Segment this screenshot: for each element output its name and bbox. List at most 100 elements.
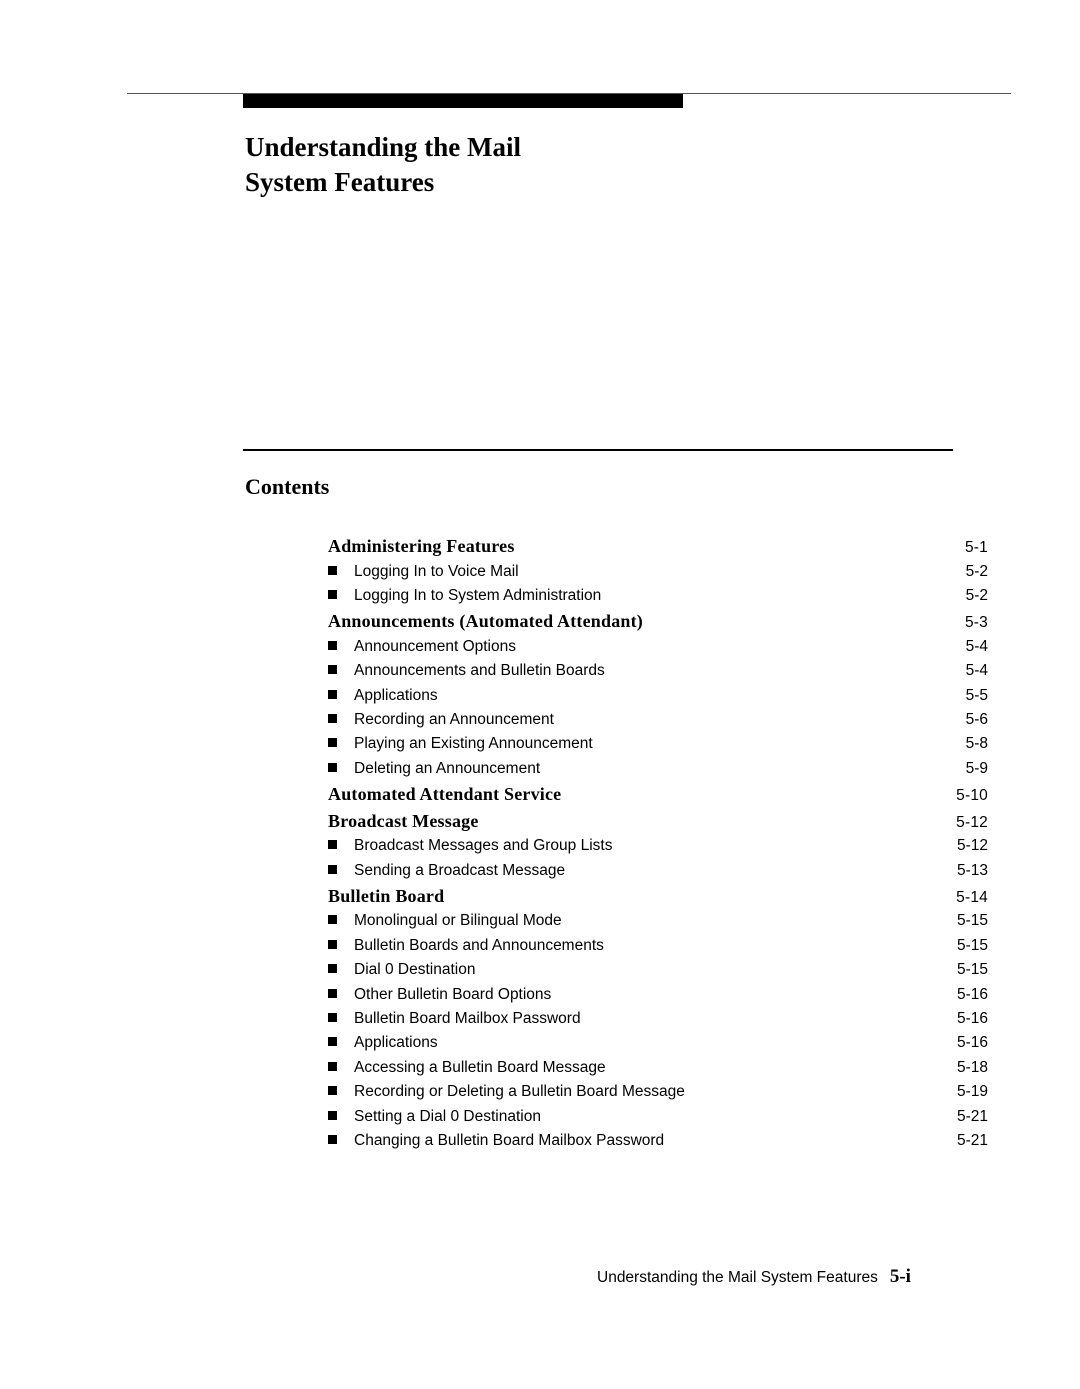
square-bullet-icon bbox=[328, 939, 337, 949]
toc-entry-label: Broadcast Message bbox=[328, 810, 479, 831]
toc-subentry[interactable]: Dial 0 Destination 5-15 bbox=[328, 961, 988, 985]
contents-rule bbox=[243, 449, 953, 451]
toc-entry-label-wrap: Changing a Bulletin Board Mailbox Passwo… bbox=[328, 1132, 664, 1150]
toc-entry-label: Accessing a Bulletin Board Message bbox=[354, 1058, 606, 1076]
square-bullet-icon bbox=[328, 689, 337, 699]
toc-entry-label-wrap: Monolingual or Bilingual Mode bbox=[328, 912, 562, 930]
toc-entry-page: 5-10 bbox=[956, 787, 988, 805]
toc-section-entry[interactable]: Announcements (Automated Attendant) 5-3 bbox=[328, 611, 988, 638]
square-bullet-icon bbox=[328, 589, 337, 599]
toc-entry-page: 5-12 bbox=[956, 813, 988, 831]
toc-entry-page: 5-4 bbox=[965, 662, 988, 680]
toc-entry-page: 5-21 bbox=[956, 1107, 988, 1125]
square-bullet-icon bbox=[328, 565, 337, 575]
toc-entry-label-wrap: Announcements and Bulletin Boards bbox=[328, 662, 605, 680]
toc-subentry[interactable]: Announcement Options 5-4 bbox=[328, 638, 988, 662]
toc-entry-page: 5-3 bbox=[964, 614, 988, 632]
toc-subentry[interactable]: Playing an Existing Announcement 5-8 bbox=[328, 735, 988, 759]
chapter-title-line-1: Understanding the Mail bbox=[245, 132, 522, 162]
toc-entry-label: Logging In to Voice Mail bbox=[354, 562, 519, 580]
square-bullet-icon bbox=[328, 840, 337, 850]
square-bullet-icon bbox=[328, 988, 337, 998]
toc-entry-label-wrap: Setting a Dial 0 Destination bbox=[328, 1108, 541, 1126]
square-bullet-icon bbox=[328, 1037, 337, 1047]
toc-entry-label-wrap: Recording an Announcement bbox=[328, 711, 554, 729]
square-bullet-icon bbox=[328, 1110, 337, 1120]
toc-subentry[interactable]: Deleting an Announcement 5-9 bbox=[328, 760, 988, 784]
toc-section-entry[interactable]: Broadcast Message 5-12 bbox=[328, 811, 988, 838]
toc-entry-page: 5-2 bbox=[965, 562, 988, 580]
toc-entry-label-wrap: Bulletin Board bbox=[328, 886, 444, 907]
square-bullet-icon bbox=[328, 1012, 337, 1022]
toc-entry-page: 5-16 bbox=[956, 1009, 988, 1027]
toc-entry-label-wrap: Logging In to Voice Mail bbox=[328, 563, 519, 581]
toc-entry-page: 5-15 bbox=[956, 961, 988, 979]
toc-entry-label: Bulletin Board Mailbox Password bbox=[354, 1009, 581, 1027]
toc-entry-label: Applications bbox=[354, 1034, 438, 1052]
toc-entry-label-wrap: Administering Features bbox=[328, 536, 515, 557]
toc-subentry[interactable]: Broadcast Messages and Group Lists 5-12 bbox=[328, 837, 988, 861]
chapter-title-line-2: System Features bbox=[245, 167, 435, 197]
toc-subentry[interactable]: Applications 5-16 bbox=[328, 1034, 988, 1058]
toc-entry-label: Automated Attendant Service bbox=[328, 784, 562, 805]
toc-entry-page: 5-8 bbox=[965, 735, 988, 753]
toc-subentry[interactable]: Announcements and Bulletin Boards 5-4 bbox=[328, 662, 988, 686]
toc-subentry[interactable]: Other Bulletin Board Options 5-16 bbox=[328, 986, 988, 1010]
square-bullet-icon bbox=[328, 762, 337, 772]
square-bullet-icon bbox=[328, 738, 337, 748]
toc-entry-label-wrap: Sending a Broadcast Message bbox=[328, 862, 565, 880]
square-bullet-icon bbox=[328, 915, 337, 925]
toc-entry-label: Logging In to System Administration bbox=[354, 586, 602, 604]
toc-entry-page: 5-4 bbox=[965, 637, 988, 655]
toc-entry-page: 5-2 bbox=[965, 586, 988, 604]
toc-entry-page: 5-9 bbox=[965, 759, 988, 777]
toc-entry-label-wrap: Applications bbox=[328, 687, 438, 705]
square-bullet-icon bbox=[328, 640, 337, 650]
toc-entry-page: 5-18 bbox=[956, 1058, 988, 1076]
toc-subentry[interactable]: Changing a Bulletin Board Mailbox Passwo… bbox=[328, 1132, 988, 1156]
toc-subentry[interactable]: Logging In to Voice Mail 5-2 bbox=[328, 563, 988, 587]
toc-entry-label: Recording or Deleting a Bulletin Board M… bbox=[354, 1083, 685, 1101]
toc-entry-label-wrap: Announcements (Automated Attendant) bbox=[328, 611, 643, 632]
toc-subentry[interactable]: Applications 5-5 bbox=[328, 687, 988, 711]
chapter-title: Understanding the Mail System Features bbox=[245, 130, 521, 200]
toc-subentry[interactable]: Sending a Broadcast Message 5-13 bbox=[328, 862, 988, 886]
toc-entry-page: 5-1 bbox=[964, 539, 988, 556]
toc-entry-label: Administering Features bbox=[328, 536, 515, 556]
square-bullet-icon bbox=[328, 665, 337, 675]
toc-section-entry[interactable]: Automated Attendant Service 5-10 bbox=[328, 784, 988, 811]
toc-subentry[interactable]: Bulletin Board Mailbox Password 5-16 bbox=[328, 1010, 988, 1034]
toc-entry-label: Bulletin Boards and Announcements bbox=[354, 936, 604, 954]
table-of-contents: Administering Features 5-1 Logging In to V… bbox=[328, 536, 988, 1156]
toc-entry-label: Monolingual or Bilingual Mode bbox=[354, 912, 562, 930]
toc-subentry[interactable]: Recording or Deleting a Bulletin Board M… bbox=[328, 1083, 988, 1107]
toc-entry-page: 5-15 bbox=[956, 936, 988, 954]
toc-entry-label-wrap: Broadcast Message bbox=[328, 811, 479, 832]
toc-subentry[interactable]: Bulletin Boards and Announcements 5-15 bbox=[328, 937, 988, 961]
toc-subentry[interactable]: Recording an Announcement 5-6 bbox=[328, 711, 988, 735]
header-bar bbox=[243, 94, 683, 108]
toc-subentry[interactable]: Monolingual or Bilingual Mode 5-15 bbox=[328, 912, 988, 936]
contents-heading: Contents bbox=[245, 474, 330, 499]
page-footer: Understanding the Mail System Features 5… bbox=[597, 1266, 911, 1288]
square-bullet-icon bbox=[328, 1134, 337, 1144]
toc-subentry[interactable]: Logging In to System Administration 5-2 bbox=[328, 587, 988, 611]
toc-entry-label-wrap: Automated Attendant Service bbox=[328, 784, 561, 805]
toc-entry-label: Changing a Bulletin Board Mailbox Passwo… bbox=[354, 1131, 665, 1149]
square-bullet-icon bbox=[328, 1061, 337, 1071]
toc-entry-label: Broadcast Messages and Group Lists bbox=[354, 837, 613, 855]
toc-entry-page: 5-16 bbox=[956, 985, 988, 1003]
toc-entry-page: 5-6 bbox=[965, 710, 988, 728]
toc-entry-page: 5-19 bbox=[956, 1083, 988, 1101]
toc-entry-page: 5-14 bbox=[956, 888, 988, 906]
toc-subentry[interactable]: Accessing a Bulletin Board Message 5-18 bbox=[328, 1059, 988, 1083]
toc-entry-label-wrap: Applications bbox=[328, 1034, 438, 1052]
square-bullet-icon bbox=[328, 864, 337, 874]
toc-entry-label: Setting a Dial 0 Destination bbox=[354, 1107, 541, 1125]
toc-subentry[interactable]: Setting a Dial 0 Destination 5-21 bbox=[328, 1108, 988, 1132]
toc-section-entry[interactable]: Bulletin Board 5-14 bbox=[328, 886, 988, 913]
toc-entry-label-wrap: Bulletin Boards and Announcements bbox=[328, 937, 604, 955]
toc-section-entry[interactable]: Administering Features 5-1 bbox=[328, 536, 988, 563]
toc-entry-label-wrap: Accessing a Bulletin Board Message bbox=[328, 1059, 606, 1077]
toc-entry-label-wrap: Dial 0 Destination bbox=[328, 961, 475, 979]
